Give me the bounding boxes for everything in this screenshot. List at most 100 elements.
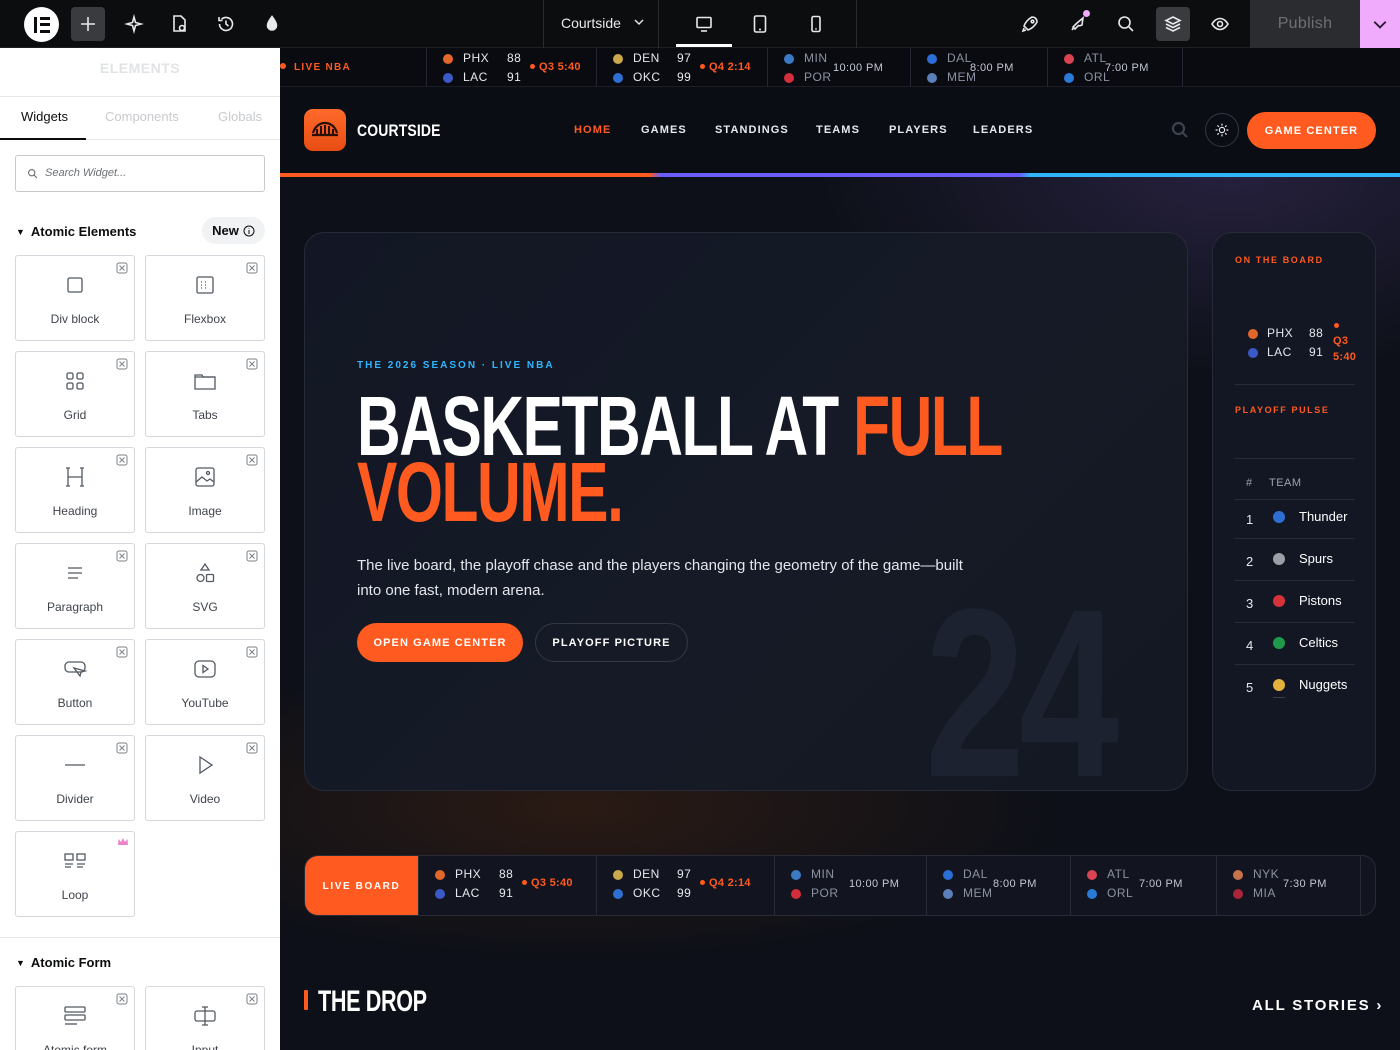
live-dot xyxy=(530,63,535,69)
site-selector[interactable]: Courtside xyxy=(561,15,645,31)
page-settings-button[interactable] xyxy=(162,7,196,41)
game-score-group[interactable]: PHX LAC 88 91 Q3 5:40 xyxy=(418,856,596,915)
team-logo-icon xyxy=(435,870,445,880)
section-atomic-form[interactable]: ▼ Atomic Form xyxy=(16,955,111,970)
preview-button[interactable] xyxy=(1203,7,1237,41)
active-device-indicator xyxy=(676,44,732,47)
team-logo-icon xyxy=(784,73,794,83)
widget-label: Paragraph xyxy=(46,600,104,614)
notifications-button[interactable] xyxy=(1061,7,1095,41)
game-status-text: Q3 5:40 xyxy=(531,876,573,889)
add-element-button[interactable] xyxy=(71,7,105,41)
widget-tile-image[interactable]: Image xyxy=(145,447,265,533)
widget-tile-video[interactable]: Video xyxy=(145,735,265,821)
team-score: 88 xyxy=(1309,326,1324,340)
elementor-logo-icon[interactable] xyxy=(24,7,59,42)
all-stories-link[interactable]: ALL STORIES › xyxy=(1252,997,1383,1014)
tablet-icon xyxy=(753,15,767,33)
rocket-icon xyxy=(1021,16,1038,33)
publish-options-button[interactable] xyxy=(1360,0,1400,48)
mobile-view-button[interactable] xyxy=(799,7,833,41)
widget-tile-input[interactable]: Input xyxy=(145,986,265,1050)
history-button[interactable] xyxy=(209,7,243,41)
chevron-down-icon xyxy=(634,19,644,25)
standings-team: Nuggets xyxy=(1299,677,1348,692)
widget-tile-flexbox[interactable]: Flexbox xyxy=(145,255,265,341)
game-score-group[interactable]: DAL MEM 8:00 PM xyxy=(910,48,1047,87)
team-logo-icon xyxy=(1273,511,1285,523)
widget-tile-atomic-form[interactable]: Atomic form xyxy=(15,986,135,1050)
widget-tile-grid[interactable]: Grid xyxy=(15,351,135,437)
team-abbr: MEM xyxy=(963,886,993,900)
tab-components[interactable]: Components xyxy=(105,109,179,124)
crown-icon xyxy=(118,838,128,845)
theme-toggle-button[interactable] xyxy=(1205,113,1239,147)
team-logo-icon xyxy=(1233,889,1243,899)
structure-button[interactable] xyxy=(1156,7,1190,41)
hero-card: 24 THE 2026 SEASON · LIVE NBA BASKETBALL… xyxy=(304,232,1188,791)
section-accent-bar xyxy=(304,990,308,1010)
open-game-center-button[interactable]: OPEN GAME CENTER xyxy=(357,623,523,662)
game-time: 8:00 PM xyxy=(970,61,1014,74)
tab-widgets[interactable]: Widgets xyxy=(21,109,68,124)
game-time: 7:30 PM xyxy=(1283,877,1327,890)
game-center-button[interactable]: GAME CENTER xyxy=(1247,112,1376,149)
hero-lede: The live board, the playoff chase and th… xyxy=(357,557,963,599)
widget-tile-tabs[interactable]: Tabs xyxy=(145,351,265,437)
team-abbr: POR xyxy=(811,886,839,900)
section-atomic-elements[interactable]: ▼ Atomic Elements xyxy=(16,224,136,239)
nav-games[interactable]: GAMES xyxy=(641,124,687,136)
game-score-group[interactable]: DEN OKC 97 99 Q4 2:14 xyxy=(596,48,767,87)
game-score-group[interactable]: MIN POR 10:00 PM xyxy=(767,48,910,87)
team-logo-icon xyxy=(1248,329,1258,339)
widget-search-input[interactable]: Search Widget... xyxy=(15,155,265,192)
game-score-group[interactable]: ATL ORL 7:00 PM xyxy=(1047,48,1182,87)
page-settings-icon xyxy=(173,15,186,32)
pro-badge xyxy=(246,357,258,370)
live-ticker: LIVE NBA PHX LAC 88 91 Q3 5:40 DEN OKC 97 99 Q4 2… xyxy=(280,48,1400,87)
nav-leaders[interactable]: LEADERS xyxy=(973,124,1033,136)
team-abbr: DAL xyxy=(963,867,988,881)
tablet-view-button[interactable] xyxy=(743,7,777,41)
tab-globals[interactable]: Globals xyxy=(218,109,262,124)
pro-feature-icon xyxy=(116,993,128,1005)
site-header: COURTSIDE HOME GAMES STANDINGS TEAMS PLAYERS… xyxy=(280,87,1400,173)
nav-standings[interactable]: STANDINGS xyxy=(715,124,789,136)
widget-label: Video xyxy=(189,792,221,806)
widget-tile-youtube[interactable]: YouTube xyxy=(145,639,265,725)
ai-button[interactable] xyxy=(117,7,151,41)
playoff-picture-button[interactable]: PLAYOFF PICTURE xyxy=(535,623,688,662)
theme-style-button[interactable] xyxy=(255,7,289,41)
nav-teams[interactable]: TEAMS xyxy=(816,124,860,136)
game-score-group[interactable]: DAL MEM 8:00 PM xyxy=(926,856,1070,915)
game-score-group[interactable]: NYK MIA 7:30 PM xyxy=(1216,856,1360,915)
game-score-group[interactable]: MIN POR 10:00 PM xyxy=(774,856,926,915)
panel-title: ELEMENTS xyxy=(99,60,181,76)
widget-label: Heading xyxy=(52,504,98,518)
widget-tile-paragraph[interactable]: Paragraph xyxy=(15,543,135,629)
widget-tile-heading[interactable]: Heading xyxy=(15,447,135,533)
widget-tile-div-block[interactable]: Div block xyxy=(15,255,135,341)
launch-button[interactable] xyxy=(1013,7,1047,41)
nav-home[interactable]: HOME xyxy=(574,124,611,136)
brand-name[interactable]: COURTSIDE xyxy=(357,121,441,141)
desktop-view-button[interactable] xyxy=(687,7,721,41)
widget-tile-loop[interactable]: Loop xyxy=(15,831,135,917)
hero-title-orange: FULL xyxy=(853,379,1003,473)
widget-tile-button[interactable]: Button xyxy=(15,639,135,725)
team-abbr: ATL xyxy=(1107,867,1130,881)
widget-tile-divider[interactable]: Divider xyxy=(15,735,135,821)
divider xyxy=(1235,664,1355,665)
search-icon[interactable] xyxy=(1170,120,1190,140)
publish-button[interactable]: Publish xyxy=(1250,0,1360,48)
brand-logo-icon[interactable] xyxy=(304,109,346,151)
team-logo-icon xyxy=(1273,553,1285,565)
game-score-group[interactable]: DEN OKC 97 99 Q4 2:14 xyxy=(596,856,774,915)
search-button[interactable] xyxy=(1109,7,1143,41)
nav-players[interactable]: PLAYERS xyxy=(889,124,948,136)
team-logo-icon xyxy=(443,73,453,83)
game-score-group[interactable]: PHX LAC 88 91 Q3 5:40 xyxy=(426,48,596,87)
widget-tile-svg[interactable]: SVG xyxy=(145,543,265,629)
game-time: 7:00 PM xyxy=(1105,61,1149,74)
game-score-group[interactable]: ATL ORL 7:00 PM xyxy=(1070,856,1216,915)
